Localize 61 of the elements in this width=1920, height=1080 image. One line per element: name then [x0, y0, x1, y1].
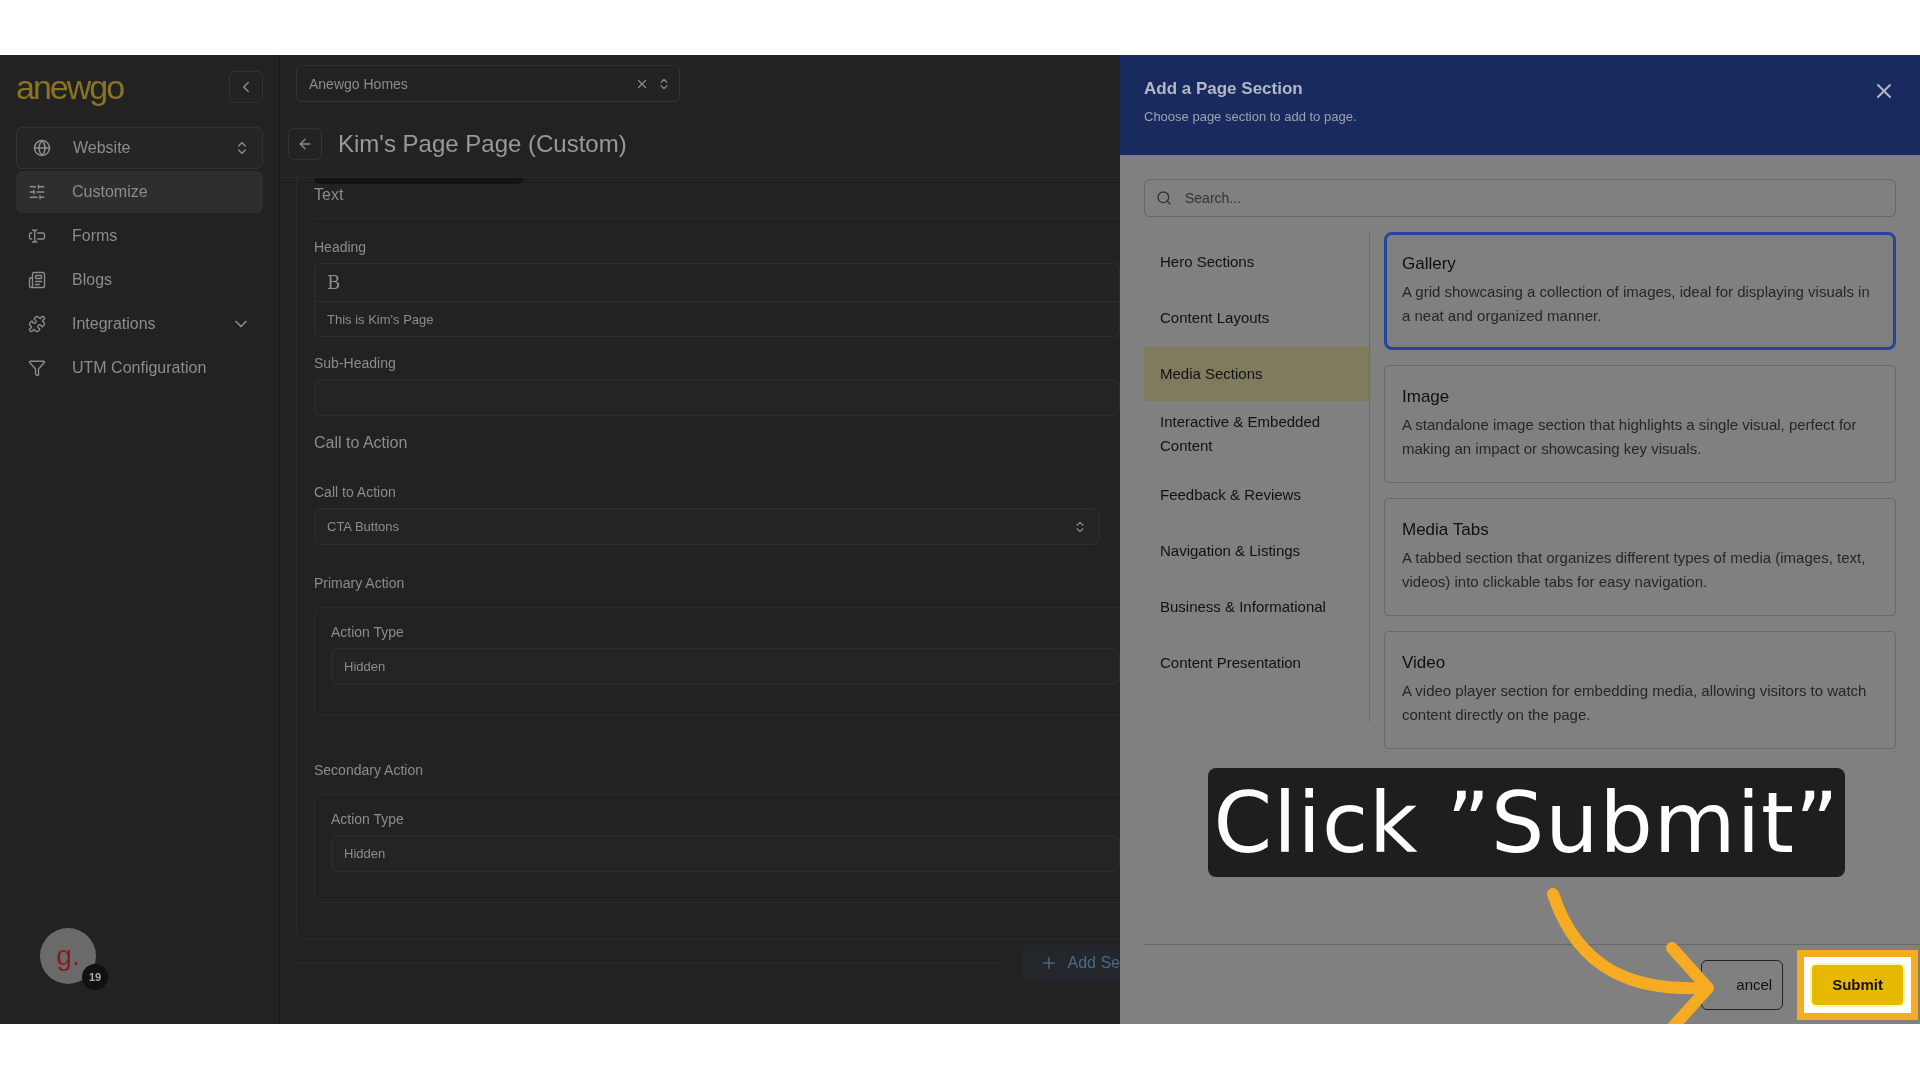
search-field[interactable]: Search... [1144, 179, 1896, 217]
option-description: A video player section for embedding media, allowing visitors to watch content directly on the page. [1402, 681, 1868, 725]
search-icon [1156, 190, 1172, 206]
category-item[interactable]: Business & Informational [1144, 579, 1369, 634]
page-title: Kim's Page Page (Custom) [338, 130, 627, 158]
section-option[interactable]: Video A video player section for embedding media, allowing visitors to watch content directly on the page. [1384, 631, 1896, 749]
option-description: A grid showcasing a collection of images, ideal for displaying visuals in a neat and organized manner. [1402, 282, 1871, 326]
nav-item[interactable]: UTM Configuration [16, 347, 263, 389]
cancel-button[interactable]: ancel [1701, 959, 1784, 1010]
back-arrow-icon [297, 136, 313, 152]
puzzle-icon [28, 315, 46, 333]
field-label: Heading [314, 239, 368, 255]
section-label: Text [314, 186, 345, 204]
submit-button[interactable]: Submit [1810, 962, 1905, 1007]
newspaper-icon [28, 271, 46, 289]
option-title: Image [1402, 387, 1451, 407]
category-item[interactable]: Media Sections [1144, 346, 1369, 401]
option-title: Media Tabs [1402, 520, 1490, 540]
category-item[interactable]: Interactive & Embedded Content [1144, 402, 1369, 466]
nav-item[interactable]: Blogs [16, 259, 263, 301]
notification-badge: 19 [82, 964, 108, 990]
category-item[interactable]: Hero Sections [1144, 234, 1369, 289]
dialog-title: Add a Page Section [1144, 79, 1304, 99]
input-field[interactable] [314, 379, 1120, 416]
section-option[interactable]: Image A standalone image section that highlights a single visual, perfect for making an impact or showcasing key visuals. [1384, 365, 1896, 483]
text-cursor-icon [28, 227, 46, 245]
globe-icon [33, 139, 51, 157]
filter-icon [28, 359, 46, 377]
nav-item[interactable]: Forms [16, 215, 263, 257]
option-description: A tabbed section that organizes different types of media (images, text, videos) into clickable tabs for easy navigation. [1402, 548, 1867, 592]
nav-item[interactable]: Customize [16, 171, 263, 213]
logo: anewgo [16, 67, 124, 107]
action-type-select[interactable]: Hidden [331, 835, 1120, 872]
nav-item[interactable]: Integrations [16, 303, 263, 345]
site-select[interactable]: Website [16, 127, 263, 169]
field-label: Call to Action [314, 484, 397, 500]
field-label: Action Type [331, 624, 405, 640]
cta-select[interactable]: CTA Buttons [314, 508, 1100, 545]
option-description: A standalone image section that highlights a single visual, perfect for making an impact or showcasing key visuals. [1402, 415, 1858, 459]
dialog-subtitle: Choose page section to add to page. [1144, 109, 1357, 124]
category-item[interactable]: Content Layouts [1144, 290, 1369, 345]
category-item[interactable]: Content Presentation [1144, 635, 1369, 690]
option-title: Video [1402, 653, 1447, 673]
category-item[interactable]: Navigation & Listings [1144, 523, 1369, 578]
sliders-icon [28, 183, 46, 201]
field-label: Sub-Heading [314, 355, 397, 371]
group-title: Secondary Action [314, 762, 424, 778]
section-option[interactable]: Gallery A grid showcasing a collection of images, ideal for displaying visuals in a neat and organized manner. [1384, 232, 1896, 350]
action-type-select[interactable]: Hidden [331, 648, 1120, 685]
category-item[interactable]: Feedback & Reviews [1144, 467, 1369, 522]
option-title: Gallery [1402, 254, 1457, 274]
group-title: Primary Action [314, 575, 406, 591]
editor-text[interactable]: This is Kim's Page [315, 302, 1119, 336]
field-label: Action Type [331, 811, 405, 827]
back-button[interactable] [288, 128, 322, 160]
add-section-button[interactable]: Add Se [1021, 945, 1120, 981]
community-select[interactable]: Anewgo Homes [296, 65, 680, 102]
instruction-callout: Click ”Submit” [1208, 768, 1845, 877]
section-title: Call to Action [314, 434, 409, 452]
section-option[interactable]: Media Tabs A tabbed section that organizes different types of media (images, text, videos) into clickable tabs for easy navigation. [1384, 498, 1896, 616]
bold-button[interactable]: B [325, 272, 343, 293]
